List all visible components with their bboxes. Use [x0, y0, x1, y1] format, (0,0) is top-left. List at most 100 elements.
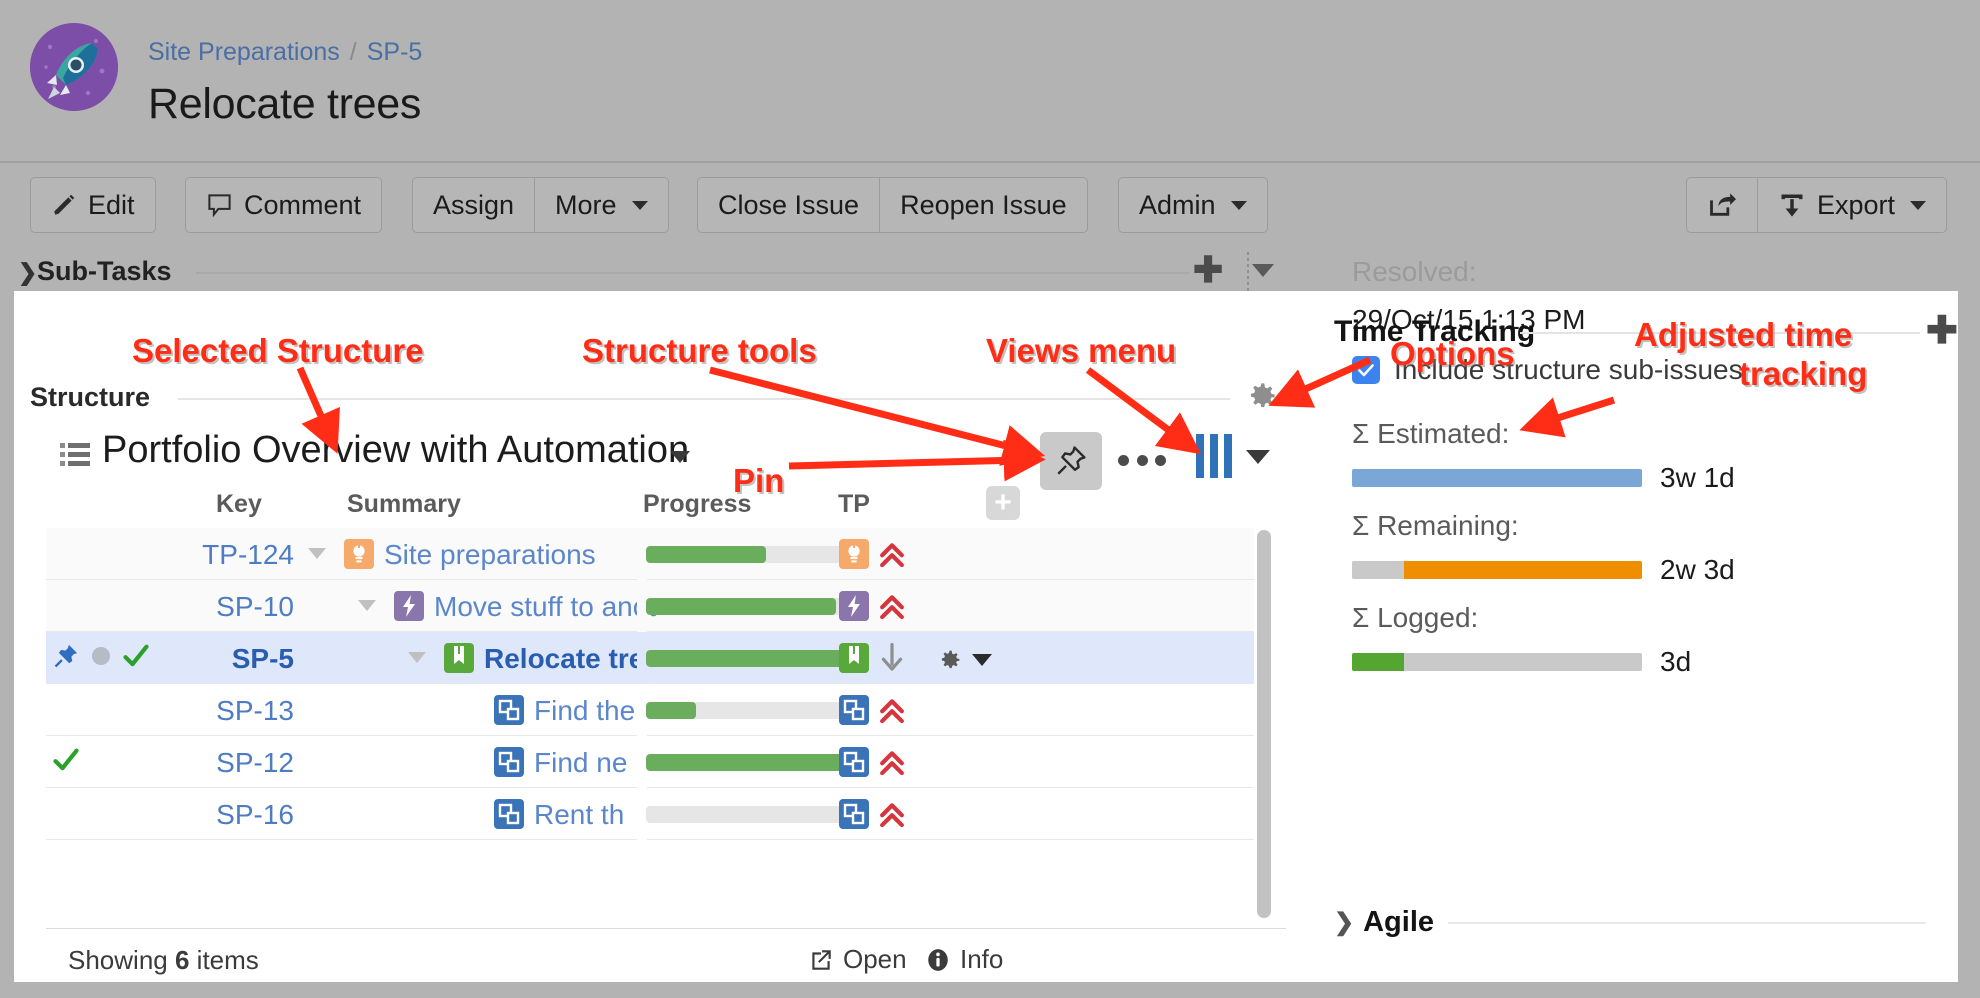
export-button[interactable]: Export — [1757, 177, 1947, 233]
breadcrumb-issue-key[interactable]: SP-5 — [367, 38, 423, 66]
row-summary[interactable]: Relocate tre — [484, 643, 644, 675]
pin-icon — [1054, 444, 1088, 478]
row-progress-bar — [646, 598, 846, 615]
table-row[interactable]: TP-124 Site preparations — [46, 528, 1254, 580]
table-row[interactable]: SP-10 Move stuff to anot — [46, 580, 1254, 632]
admin-button[interactable]: Admin — [1118, 177, 1268, 233]
row-tp-type-icon — [839, 695, 869, 725]
row-priority-icon — [877, 590, 907, 622]
add-column-button[interactable]: + — [986, 486, 1020, 520]
open-button-label: Open — [843, 944, 907, 975]
chevron-down-icon — [632, 201, 648, 210]
breadcrumb-separator: / — [350, 38, 357, 66]
row-key[interactable]: SP-5 — [174, 643, 294, 675]
agile-section-header[interactable]: ❯ Agile — [1334, 906, 1434, 939]
row-key[interactable]: SP-13 — [174, 695, 294, 727]
add-subtask-icon[interactable]: ✚ — [1193, 257, 1223, 283]
row-summary[interactable]: Find the — [534, 695, 635, 727]
issue-toolbar: Edit Comment Assign More Close Issue Reo… — [0, 163, 1980, 247]
row-summary[interactable]: Site preparations — [384, 539, 596, 571]
pin-flag-icon[interactable] — [52, 642, 80, 670]
time-bar-segment — [1352, 653, 1404, 671]
showing-suffix: items — [197, 945, 259, 975]
plus-icon: + — [994, 492, 1012, 514]
row-type-icon — [344, 539, 374, 569]
row-expand-toggle-icon[interactable] — [358, 600, 376, 611]
row-flag-check — [122, 642, 150, 675]
assign-button[interactable]: Assign — [412, 177, 535, 233]
more-button[interactable]: More — [534, 177, 669, 233]
row-priority-icon — [877, 798, 907, 830]
close-issue-button[interactable]: Close Issue — [697, 177, 880, 233]
row-progress-bar — [646, 546, 846, 563]
export-download-icon — [1778, 191, 1806, 219]
grid-scrollbar-thumb[interactable] — [1257, 530, 1271, 918]
views-menu-button[interactable] — [1196, 434, 1244, 478]
pin-button[interactable] — [1040, 432, 1102, 490]
time-tracking-label: Σ Remaining: — [1352, 510, 1735, 542]
row-key[interactable]: SP-10 — [174, 591, 294, 623]
row-tp-type-icon — [839, 643, 869, 673]
resolved-ghost-label: Resolved: — [1352, 256, 1477, 288]
options-gear-icon[interactable] — [1243, 377, 1281, 415]
time-bar-segment — [1404, 653, 1642, 671]
subtasks-menu-icon[interactable] — [1252, 264, 1274, 277]
edit-button-label: Edit — [88, 190, 135, 221]
row-key[interactable]: SP-16 — [174, 799, 294, 831]
row-type-icon — [494, 799, 524, 829]
table-row[interactable]: SP-5 Relocate tre — [46, 632, 1254, 684]
epic-type-icon — [344, 539, 374, 569]
grid-header: Key Summary Progress TP + — [46, 490, 1254, 528]
row-type-icon — [444, 643, 474, 673]
columns-icon-bar — [1224, 434, 1232, 478]
edit-button[interactable]: Edit — [30, 177, 156, 233]
table-row[interactable]: SP-13 Find the — [46, 684, 1254, 736]
column-header-key[interactable]: Key — [216, 490, 262, 519]
open-button[interactable]: Open — [808, 944, 907, 975]
info-button[interactable]: Info — [925, 944, 1003, 975]
assign-button-label: Assign — [433, 190, 514, 221]
columns-icon-bar — [1196, 434, 1204, 478]
comment-button[interactable]: Comment — [185, 177, 382, 233]
subtasks-divider — [1247, 252, 1249, 292]
table-row[interactable]: SP-16 Rent th — [46, 788, 1254, 840]
ellipsis-dot — [1137, 455, 1148, 466]
row-flags — [46, 684, 174, 736]
row-summary[interactable]: Move stuff to anot — [434, 591, 656, 623]
views-menu-chevron-down-icon[interactable] — [1246, 450, 1270, 464]
structure-grid: TP-124 Site preparations SP-10 Move stuff t… — [46, 528, 1254, 840]
epic-type-icon — [839, 539, 869, 569]
row-expand-toggle-icon[interactable] — [408, 652, 426, 663]
pencil-icon — [51, 192, 77, 218]
breadcrumb-project[interactable]: Site Preparations — [148, 38, 340, 66]
share-button[interactable] — [1686, 177, 1758, 233]
structure-picker-chevron-down-icon[interactable] — [670, 451, 690, 463]
row-key[interactable]: TP-124 — [174, 539, 294, 571]
comment-button-label: Comment — [244, 190, 361, 221]
subtasks-rule — [196, 272, 1190, 274]
column-header-tp[interactable]: TP — [838, 490, 870, 519]
selected-structure-name[interactable]: Portfolio Overview with Automation — [102, 429, 689, 472]
row-flag-pin[interactable] — [52, 642, 80, 675]
row-summary[interactable]: Find ne — [534, 747, 627, 779]
row-menu-button[interactable] — [936, 646, 998, 674]
ellipsis-dot — [1155, 455, 1166, 466]
row-key[interactable]: SP-12 — [174, 747, 294, 779]
structure-tools-button[interactable] — [1118, 445, 1166, 475]
row-expand-toggle-icon[interactable] — [308, 548, 326, 559]
row-summary[interactable]: Rent th — [534, 799, 624, 831]
time-tracking-value: 3w 1d — [1660, 462, 1735, 494]
story-type-icon — [394, 591, 424, 621]
breadcrumb: Site Preparations / SP-5 — [148, 38, 422, 67]
resolved-check-icon — [52, 746, 80, 774]
chevron-right-icon[interactable]: ❯ — [18, 259, 37, 286]
row-progress-bar — [646, 754, 846, 771]
priority-major-up-icon — [877, 538, 907, 570]
column-header-summary[interactable]: Summary — [347, 490, 461, 519]
time-tracking-add-icon[interactable]: ✚ — [1926, 318, 1958, 344]
share-icon — [1707, 191, 1737, 219]
priority-major-up-icon — [877, 694, 907, 726]
table-row[interactable]: SP-12 Find ne — [46, 736, 1254, 788]
time-tracking-bar — [1352, 653, 1642, 671]
reopen-issue-button[interactable]: Reopen Issue — [879, 177, 1088, 233]
